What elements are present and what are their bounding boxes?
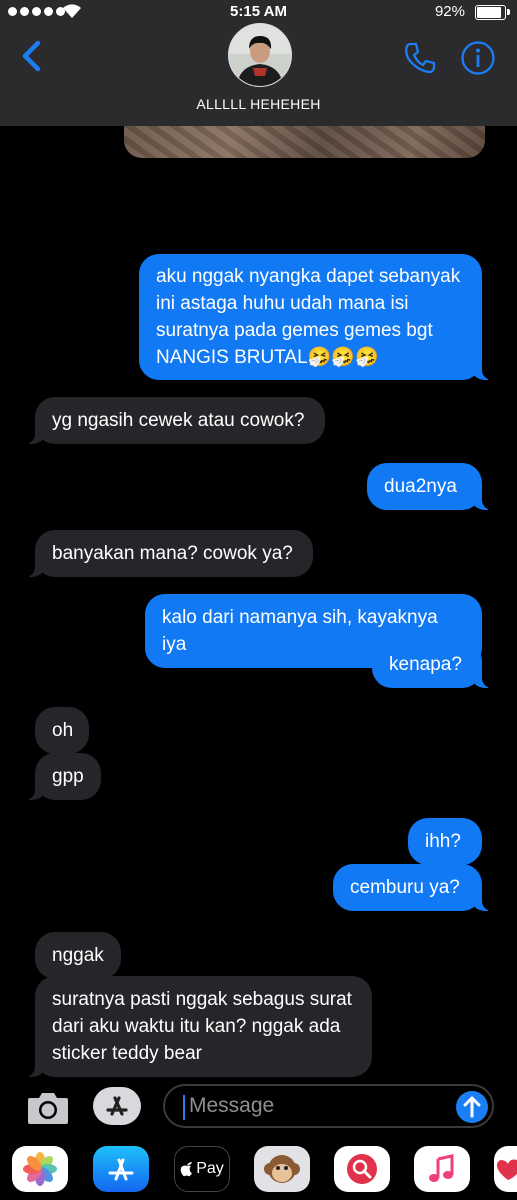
monkey-icon [264, 1155, 300, 1183]
app-store-glyph [108, 1158, 134, 1181]
web-search-icon[interactable] [334, 1146, 390, 1192]
imessage-app-drawer: Pay [0, 1140, 517, 1200]
received-message-bubble[interactable]: banyakan mana? cowok ya? [25, 530, 313, 577]
heart-icon [496, 1159, 517, 1180]
photos-app-icon[interactable] [12, 1146, 68, 1192]
apps-icon [106, 1096, 128, 1116]
camera-icon[interactable] [27, 1089, 69, 1125]
sent-message-bubble[interactable]: aku nggak nyangka dapet sebanyak ini ast… [139, 254, 492, 380]
music-icon[interactable] [414, 1146, 470, 1192]
received-message-bubble[interactable]: yg ngasih cewek atau cowok? [25, 397, 325, 444]
app-store-drawer-button[interactable] [93, 1087, 141, 1125]
received-message-bubble[interactable]: gpp [25, 753, 101, 800]
received-message-bubble[interactable]: suratnya pasti nggak sebagus surat dari … [25, 976, 372, 1077]
sent-message-bubble[interactable]: ihh? [408, 818, 482, 865]
app-store-icon[interactable] [93, 1146, 149, 1192]
digital-touch-icon[interactable] [494, 1146, 517, 1192]
battery-icon [475, 5, 510, 20]
photos-icon [23, 1152, 57, 1186]
message-input[interactable] [163, 1084, 494, 1128]
message-thread: aku nggak nyangka dapet sebanyak ini ast… [0, 0, 517, 1200]
send-button[interactable] [456, 1091, 488, 1123]
globe-search-icon [347, 1154, 377, 1184]
contact-avatar[interactable] [228, 23, 292, 87]
sent-message-bubble[interactable]: cemburu ya? [333, 864, 492, 911]
battery-percentage: 92% [434, 3, 465, 20]
received-message-bubble[interactable]: nggak [35, 932, 121, 979]
received-message-bubble[interactable]: oh [35, 707, 89, 754]
contact-name[interactable]: ALLLLL HEHEHEH [0, 96, 517, 112]
info-icon[interactable] [460, 40, 496, 76]
avatar-photo [229, 24, 291, 86]
text-caret [183, 1095, 185, 1120]
apple-logo-icon [180, 1162, 193, 1177]
sent-message-bubble[interactable]: kenapa? [372, 641, 492, 688]
phone-call-icon[interactable] [402, 40, 438, 76]
apple-pay-label: Pay [196, 1160, 224, 1177]
back-button[interactable] [18, 40, 46, 72]
animoji-monkey-icon[interactable] [254, 1146, 310, 1192]
sent-message-bubble[interactable]: dua2nya [367, 463, 492, 510]
music-note-icon [429, 1154, 454, 1182]
apple-pay-icon[interactable]: Pay [174, 1146, 230, 1192]
conversation-header: 5:15 AM 92% ALLLLL HEHEHEH [0, 0, 517, 126]
status-bar: 5:15 AM 92% [0, 0, 517, 24]
arrow-up-icon [463, 1096, 481, 1118]
